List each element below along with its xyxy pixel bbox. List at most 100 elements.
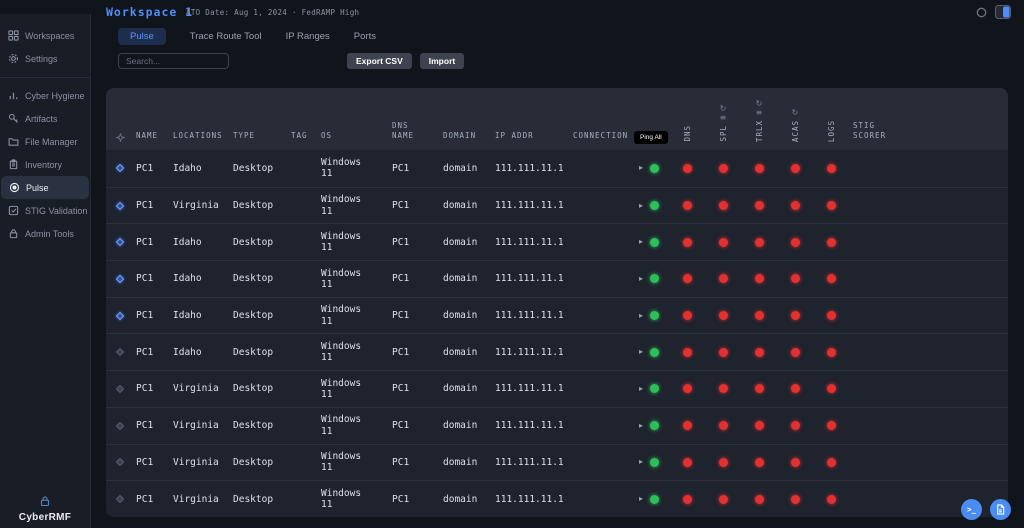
refresh-icon[interactable]: ↻ [792, 108, 799, 117]
trlx-status-dot [754, 201, 764, 211]
sidebar-footer: CyberRMF [0, 494, 90, 528]
terminal-fab-button[interactable]: >_ [961, 499, 982, 520]
column-header-acas: ↻ ACAS [790, 107, 800, 142]
logs-status-dot [826, 457, 836, 467]
connection-status-dot [650, 384, 660, 394]
table-row[interactable]: PC1 Virginia Desktop Windows 11 PC1 doma… [106, 480, 1008, 517]
ping-row-icon[interactable]: ▸ [639, 384, 643, 393]
connection-status-dot [650, 274, 660, 284]
sidebar-item-cyber-hygiene[interactable]: Cyber Hygiene [0, 84, 90, 107]
sidebar-item-artifacts[interactable]: Artifacts [0, 107, 90, 130]
menu-icon[interactable]: ≡ [756, 108, 763, 117]
trlx-status-dot [754, 163, 764, 173]
ping-row-icon[interactable]: ▸ [639, 458, 643, 466]
cell-os: Windows 11 [321, 304, 362, 327]
ping-row-icon[interactable]: ▸ [639, 238, 643, 246]
device-select-icon[interactable] [115, 274, 125, 284]
ping-row-icon[interactable]: ▸ [639, 164, 643, 172]
bar-chart-icon [8, 90, 19, 101]
dns-status-dot [682, 347, 692, 357]
table-row[interactable]: PC1 Idaho Desktop Windows 11 PC1 domain … [106, 333, 1008, 370]
report-fab-button[interactable] [990, 499, 1011, 520]
panel-toggle-icon[interactable] [995, 5, 1011, 19]
refresh-icon[interactable]: ↻ [756, 99, 763, 108]
sidebar-item-label: Inventory [25, 159, 63, 170]
ping-row-icon[interactable]: ▸ [639, 201, 643, 210]
table-row[interactable]: PC1 Idaho Desktop Windows 11 PC1 domain … [106, 150, 1008, 187]
sidebar-item-file-manager[interactable]: File Manager [0, 130, 90, 153]
table-row[interactable]: PC1 Virginia Desktop Windows 11 PC1 doma… [106, 186, 1008, 224]
sidebar-item-inventory[interactable]: Inventory [0, 153, 90, 176]
sidebar-item-admin-tools[interactable]: Admin Tools [0, 222, 90, 245]
sidebar-item-stig-validation[interactable]: STIG Validation [0, 199, 90, 222]
export-csv-button[interactable]: Export CSV [347, 53, 412, 69]
column-header-logs: LOGS [826, 119, 836, 142]
cell-name: PC1 [136, 456, 154, 468]
import-button[interactable]: Import [419, 53, 465, 69]
cell-type: Desktop [233, 236, 274, 248]
status-circle-icon[interactable] [976, 7, 987, 18]
cell-location: Virginia [173, 420, 219, 432]
table-row[interactable]: PC1 Virginia Desktop Windows 11 PC1 doma… [106, 406, 1008, 444]
cell-domain: domain [443, 383, 478, 395]
logs-status-dot [826, 384, 836, 394]
ping-all-button[interactable]: Ping All [634, 131, 668, 144]
device-select-icon[interactable] [115, 348, 125, 357]
column-header-type: TYPE [233, 130, 256, 140]
trlx-status-dot [754, 347, 764, 357]
ping-row-icon[interactable]: ▸ [639, 274, 643, 283]
tab-ports[interactable]: Ports [354, 28, 376, 45]
ping-row-icon[interactable]: ▸ [639, 311, 643, 320]
sidebar-item-label: STIG Validation [25, 205, 88, 216]
device-select-icon[interactable] [115, 311, 125, 320]
cell-location: Idaho [173, 162, 202, 174]
acas-status-dot [790, 347, 800, 357]
table-row[interactable]: PC1 Virginia Desktop Windows 11 PC1 doma… [106, 370, 1008, 407]
cell-dns-name: PC1 [392, 383, 410, 395]
lock-icon [39, 495, 51, 507]
column-header-stig-scorer: STIG SCORER [853, 120, 887, 140]
sidebar-item-workspaces[interactable]: Workspaces [0, 24, 90, 47]
device-select-icon[interactable] [115, 384, 125, 394]
cell-type: Desktop [233, 493, 274, 505]
menu-icon[interactable]: ≡ [720, 113, 727, 122]
table-row[interactable]: PC1 Virginia Desktop Windows 11 PC1 doma… [106, 443, 1008, 481]
acas-status-dot [790, 201, 800, 211]
acas-status-dot [790, 494, 800, 504]
cell-dns-name: PC1 [392, 420, 410, 432]
device-select-icon[interactable] [115, 458, 125, 467]
grid-icon [8, 30, 19, 41]
tab-trace-route-tool[interactable]: Trace Route Tool [190, 28, 262, 45]
target-icon [9, 182, 20, 193]
sidebar-item-settings[interactable]: Settings [0, 47, 90, 70]
device-select-icon[interactable] [115, 164, 125, 173]
logs-status-dot [826, 311, 836, 321]
ping-row-icon[interactable]: ▸ [639, 421, 643, 430]
logs-status-dot [826, 201, 836, 211]
tab-pulse[interactable]: Pulse [118, 28, 166, 45]
cell-name: PC1 [136, 493, 154, 505]
device-select-icon[interactable] [115, 421, 125, 430]
cell-domain: domain [443, 273, 478, 285]
cell-name: PC1 [136, 420, 154, 432]
ping-row-icon[interactable]: ▸ [639, 348, 643, 356]
ping-row-icon[interactable]: ▸ [639, 495, 643, 503]
device-select-icon[interactable] [115, 494, 125, 504]
cell-type: Desktop [233, 310, 274, 322]
device-select-icon[interactable] [115, 201, 125, 210]
gear-icon [8, 53, 19, 64]
table-row[interactable]: PC1 Idaho Desktop Windows 11 PC1 domain … [106, 223, 1008, 260]
cell-os: Windows 11 [321, 156, 362, 180]
connection-status-dot [650, 494, 660, 504]
refresh-icon[interactable]: ↻ [720, 104, 727, 113]
select-all-icon[interactable] [106, 133, 136, 150]
sidebar-item-pulse[interactable]: Pulse [1, 176, 89, 199]
trlx-status-dot [754, 384, 764, 394]
cell-name: PC1 [136, 383, 154, 395]
cell-dns-name: PC1 [392, 310, 410, 322]
tab-ip-ranges[interactable]: IP Ranges [286, 28, 330, 45]
device-select-icon[interactable] [115, 237, 125, 247]
table-row[interactable]: PC1 Idaho Desktop Windows 11 PC1 domain … [106, 296, 1008, 334]
search-input[interactable] [118, 53, 229, 69]
table-row[interactable]: PC1 Idaho Desktop Windows 11 PC1 domain … [106, 260, 1008, 297]
